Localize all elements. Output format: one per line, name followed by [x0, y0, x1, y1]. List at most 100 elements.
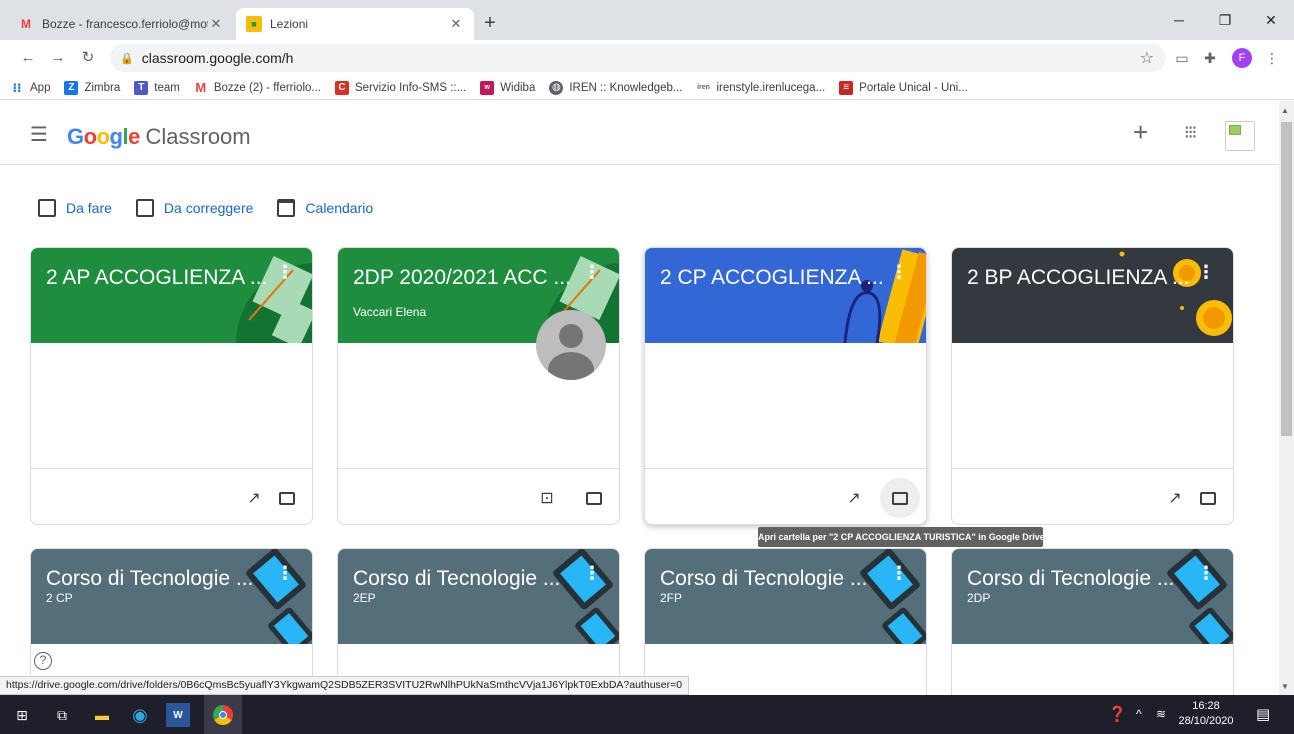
network-icon[interactable]: ≋	[1156, 707, 1166, 721]
address-bar[interactable]: 🔒 classroom.google.com/h ☆	[110, 44, 1166, 72]
scroll-up-arrow-icon[interactable]: ▲	[1281, 106, 1289, 115]
bookmark-zimbra[interactable]: Z Zimbra	[64, 80, 120, 95]
assignment-ind-icon[interactable]: ⊡	[536, 487, 558, 509]
help-tray-icon[interactable]: ❓	[1108, 705, 1127, 723]
tab-gmail[interactable]: M Bozze - francesco.ferriolo@mott ✕	[8, 8, 234, 40]
close-tab-icon[interactable]: ✕	[448, 16, 464, 32]
folder-icon[interactable]	[1197, 487, 1219, 509]
class-card[interactable]: Corso di Tecnologie ... 2 CP ⋮	[30, 548, 313, 695]
new-tab-button[interactable]: +	[478, 12, 502, 36]
bookmark-irenstyle[interactable]: iren irenstyle.irenlucega...	[697, 81, 825, 95]
tray-chevron-icon[interactable]: ^	[1136, 707, 1142, 721]
class-title[interactable]: 2 BP ACCOGLIENZA ...	[967, 266, 1190, 290]
menu-dots-icon[interactable]: ⋮	[1262, 48, 1282, 68]
folder-tooltip: Apri cartella per "2 CP ACCOGLIENZA TURI…	[758, 527, 1045, 547]
cast-icon[interactable]: ▭	[1172, 48, 1192, 68]
class-title[interactable]: 2 CP ACCOGLIENZA ...	[660, 266, 884, 290]
folder-icon[interactable]	[880, 478, 920, 518]
class-title[interactable]: Corso di Tecnologie ...	[46, 567, 253, 591]
card-banner: 2 CP ACCOGLIENZA ... ⋮	[645, 248, 926, 343]
system-clock[interactable]: 16:28 28/10/2020	[1176, 699, 1236, 729]
forward-icon[interactable]: →	[48, 48, 68, 68]
bookmark-unical[interactable]: ≡ Portale Unical - Uni...	[839, 80, 968, 95]
lock-icon: 🔒	[120, 52, 134, 65]
extensions-icon[interactable]: ✚	[1200, 48, 1220, 68]
card-banner: 2 BP ACCOGLIENZA ... ⋮	[952, 248, 1233, 343]
class-title[interactable]: Corso di Tecnologie ...	[967, 567, 1174, 591]
class-title[interactable]: 2DP 2020/2021 ACC ...	[353, 266, 571, 290]
class-section: 2EP	[353, 591, 376, 605]
class-card[interactable]: Corso di Tecnologie ... 2DP ⋮	[951, 548, 1234, 695]
zimbra-icon: Z	[64, 80, 79, 95]
nav-calendario[interactable]: Calendario	[277, 199, 373, 217]
edge-icon[interactable]: ◉	[128, 703, 152, 727]
tablet-illustration	[553, 549, 619, 644]
card-banner: 2 AP ACCOGLIENZA ... ⋮	[31, 248, 312, 343]
more-vert-icon[interactable]: ⋮	[583, 563, 601, 584]
hamburger-menu-icon[interactable]: ☰	[30, 125, 48, 145]
google-apps-icon[interactable]: ⁝⁝⁝	[1184, 121, 1197, 143]
clock-date: 28/10/2020	[1178, 715, 1234, 727]
gmail-icon: M	[21, 17, 31, 31]
trending-icon[interactable]: ↗	[243, 487, 265, 509]
bookmark-widiba[interactable]: w Widiba	[480, 80, 535, 95]
more-vert-icon[interactable]: ⋮	[1197, 262, 1215, 283]
browser-toolbar: ← → ↻ 🔒 classroom.google.com/h ☆ ▭ ✚ ⋮	[0, 40, 1294, 76]
minimize-button[interactable]: ─	[1156, 6, 1202, 34]
chrome-icon[interactable]	[204, 695, 242, 734]
browser-tab-strip: M Bozze - francesco.ferriolo@mott ✕ ■ Le…	[0, 0, 1294, 40]
folder-icon[interactable]	[276, 487, 298, 509]
trending-icon[interactable]: ↗	[1164, 487, 1186, 509]
card-banner: Corso di Tecnologie ... 2EP ⋮	[338, 549, 619, 644]
back-icon[interactable]: ←	[18, 48, 38, 68]
class-title[interactable]: 2 AP ACCOGLIENZA ...	[46, 266, 267, 290]
class-card[interactable]: Corso di Tecnologie ... 2EP ⋮	[337, 548, 620, 695]
class-section: 2FP	[660, 591, 683, 605]
bookmark-bozze[interactable]: M Bozze (2) - fferriolo...	[194, 80, 321, 95]
reload-icon[interactable]: ↻	[78, 48, 98, 68]
bookmark-servizio[interactable]: C Servizio Info-SMS ::...	[334, 80, 466, 95]
more-vert-icon[interactable]: ⋮	[1197, 563, 1215, 584]
class-card[interactable]: 2 AP ACCOGLIENZA ... ⋮ ↗	[30, 247, 313, 525]
nav-da-correggere[interactable]: Da correggere	[135, 199, 253, 217]
account-image[interactable]	[1225, 121, 1255, 151]
profile-avatar[interactable]: F	[1232, 48, 1252, 68]
more-vert-icon[interactable]: ⋮	[890, 262, 908, 283]
bookmark-app[interactable]: ⁝⁝ App	[10, 81, 50, 95]
bookmark-team[interactable]: T team	[134, 80, 180, 95]
close-window-button[interactable]: ✕	[1248, 6, 1294, 34]
tab-lezioni[interactable]: ■ Lezioni ✕	[236, 8, 474, 40]
class-title[interactable]: Corso di Tecnologie ...	[353, 567, 560, 591]
bookmark-iren[interactable]: ◍ IREN :: Knowledgeb...	[549, 80, 683, 95]
help-icon[interactable]: ?	[34, 652, 52, 670]
bookmark-star-icon[interactable]: ☆	[1140, 48, 1154, 68]
card-banner: Corso di Tecnologie ... 2DP ⋮	[952, 549, 1233, 644]
class-card[interactable]: Corso di Tecnologie ... 2FP ⋮	[644, 548, 927, 695]
classroom-logo[interactable]: Google Classroom	[67, 124, 251, 150]
word-icon[interactable]: W	[166, 703, 190, 727]
class-title[interactable]: Corso di Tecnologie ...	[660, 567, 867, 591]
task-view-icon[interactable]: ⧉	[50, 703, 74, 727]
more-vert-icon[interactable]: ⋮	[276, 262, 294, 283]
class-card[interactable]: 2 CP ACCOGLIENZA ... ⋮ ↗	[644, 247, 927, 525]
folder-icon[interactable]	[583, 487, 605, 509]
scroll-down-arrow-icon[interactable]: ▼	[1281, 682, 1289, 691]
unical-icon: ≡	[839, 80, 854, 95]
nav-da-fare[interactable]: Da fare	[38, 199, 112, 217]
more-vert-icon[interactable]: ⋮	[890, 563, 908, 584]
close-tab-icon[interactable]: ✕	[208, 16, 224, 32]
class-card[interactable]: 2DP 2020/2021 ACC ... Vaccari Elena ⋮ ⊡	[337, 247, 620, 525]
trending-icon[interactable]: ↗	[843, 487, 865, 509]
add-class-icon[interactable]: +	[1133, 119, 1148, 145]
windows-taskbar: ⊞ ⧉ ▬ ◉ W ❓ ^ ≋ 16:28 28/10/2020 ▤	[0, 695, 1294, 734]
class-section: 2DP	[967, 591, 991, 605]
notifications-icon[interactable]: ▤	[1256, 705, 1270, 723]
file-explorer-icon[interactable]: ▬	[90, 703, 114, 727]
windows-start-icon[interactable]: ⊞	[10, 703, 34, 727]
restore-button[interactable]: ❐	[1202, 6, 1248, 34]
more-vert-icon[interactable]: ⋮	[276, 563, 294, 584]
more-vert-icon[interactable]: ⋮	[583, 262, 601, 283]
scrollbar-thumb[interactable]	[1281, 122, 1292, 436]
status-bar-url: https://drive.google.com/drive/folders/0…	[0, 676, 690, 695]
class-card[interactable]: 2 BP ACCOGLIENZA ... ⋮ ↗	[951, 247, 1234, 525]
